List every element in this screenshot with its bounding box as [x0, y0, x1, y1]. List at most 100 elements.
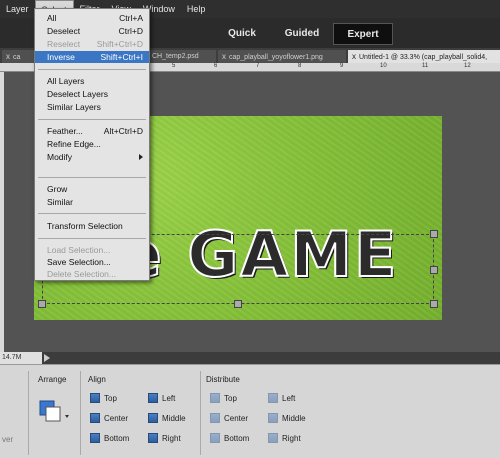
- menu-item-label: Grow: [47, 184, 68, 194]
- menu-item-grow[interactable]: Grow: [35, 183, 149, 195]
- align-middle-button[interactable]: Middle: [148, 413, 186, 423]
- tab-label: cap_playball_yoyoflower1.png: [229, 54, 323, 61]
- document-tab-active[interactable]: x Untitled-1 @ 33.3% (cap_playball_solid4…: [348, 50, 500, 63]
- distribute-center-icon: [210, 413, 220, 423]
- menu-item-label: Load Selection...: [47, 245, 111, 255]
- align-top-icon: [90, 393, 100, 403]
- ruler-tick: 6: [214, 63, 218, 69]
- distribute-top-icon: [210, 393, 220, 403]
- select-menu-dropdown: All Ctrl+A Deselect Ctrl+D Reselect Shift+C…: [34, 8, 150, 281]
- transform-handle[interactable]: [430, 230, 438, 238]
- quick-mode-button[interactable]: Quick: [212, 23, 272, 45]
- distribute-middle-button[interactable]: Middle: [268, 413, 306, 423]
- align-middle-label: Middle: [162, 413, 186, 423]
- menu-help[interactable]: Help: [181, 0, 212, 18]
- menu-item-save-selection[interactable]: Save Selection...: [35, 256, 149, 268]
- arrange-label: Arrange: [38, 375, 67, 384]
- transform-handle[interactable]: [430, 300, 438, 308]
- menu-item-similar-layers[interactable]: Similar Layers: [35, 101, 149, 113]
- menu-item-deselect-layers[interactable]: Deselect Layers: [35, 88, 149, 100]
- tab-label: CH_temp2.psd: [152, 53, 199, 60]
- menu-item-label: Feather...: [47, 126, 83, 136]
- menu-item-delete-selection: Delete Selection...: [35, 268, 149, 280]
- document-tab[interactable]: x ca: [2, 50, 38, 63]
- tab-label: ca: [13, 54, 21, 61]
- menu-separator: [38, 213, 146, 214]
- menu-item-all[interactable]: All Ctrl+A: [35, 12, 149, 24]
- guided-mode-button[interactable]: Guided: [272, 23, 332, 45]
- ruler-tick: 11: [422, 63, 429, 69]
- menu-item-label: Modify: [47, 152, 73, 162]
- align-left-label: Left: [162, 393, 176, 403]
- menu-item-modify[interactable]: Modify: [35, 151, 149, 163]
- submenu-arrow-icon: [139, 154, 143, 160]
- menu-item-label: Deselect Layers: [47, 89, 108, 99]
- menu-item-shortcut: Ctrl+D: [118, 26, 143, 36]
- menu-item-shortcut: Alt+Ctrl+D: [103, 126, 143, 136]
- distribute-right-icon: [268, 433, 278, 443]
- layer-label: ver: [2, 435, 14, 444]
- document-tab[interactable]: x cap_playball_yoyoflower1.png: [218, 50, 346, 63]
- menu-item-all-layers[interactable]: All Layers: [35, 75, 149, 87]
- menu-item-transform-selection[interactable]: Transform Selection: [35, 220, 149, 232]
- distribute-bottom-icon: [210, 433, 220, 443]
- menu-item-label: Similar: [47, 197, 73, 207]
- align-middle-icon: [148, 413, 158, 423]
- menu-layer[interactable]: Layer: [0, 0, 35, 18]
- align-bottom-label: Bottom: [104, 433, 130, 443]
- divider: [80, 371, 81, 455]
- align-center-button[interactable]: Center: [90, 413, 128, 423]
- arrange-icon[interactable]: [38, 399, 69, 423]
- document-tab[interactable]: CH_temp2.psd: [148, 50, 216, 63]
- menu-item-label: All Layers: [47, 76, 85, 86]
- menu-item-inverse[interactable]: Inverse Shift+Ctrl+I: [35, 51, 149, 63]
- menu-item-label: Delete Selection...: [47, 269, 116, 279]
- close-icon[interactable]: x: [222, 52, 226, 61]
- distribute-top-label: Top: [224, 393, 237, 403]
- align-top-button[interactable]: Top: [90, 393, 117, 403]
- menu-item-load-selection: Load Selection...: [35, 244, 149, 256]
- menu-item-label: Transform Selection: [47, 221, 123, 231]
- menu-item-deselect[interactable]: Deselect Ctrl+D: [35, 25, 149, 37]
- menu-item-label: Save Selection...: [47, 257, 111, 267]
- menu-item-label: Refine Edge...: [47, 139, 101, 149]
- menu-separator: [38, 119, 146, 120]
- menu-item-shortcut: Ctrl+A: [119, 13, 143, 23]
- ruler-tick: 9: [340, 63, 344, 69]
- menu-item-reselect: Reselect Shift+Ctrl+D: [35, 38, 149, 50]
- transform-handle[interactable]: [234, 300, 242, 308]
- distribute-right-button[interactable]: Right: [268, 433, 301, 443]
- distribute-top-button[interactable]: Top: [210, 393, 237, 403]
- close-icon[interactable]: x: [6, 52, 10, 61]
- menu-separator: [38, 238, 146, 239]
- close-icon[interactable]: x: [352, 52, 356, 61]
- align-right-icon: [148, 433, 158, 443]
- distribute-center-label: Center: [224, 413, 249, 423]
- distribute-middle-label: Middle: [282, 413, 306, 423]
- align-bottom-button[interactable]: Bottom: [90, 433, 129, 443]
- menu-item-similar[interactable]: Similar: [35, 196, 149, 208]
- transform-handle[interactable]: [38, 300, 46, 308]
- align-right-button[interactable]: Right: [148, 433, 181, 443]
- align-left-icon: [148, 393, 158, 403]
- transform-handle[interactable]: [430, 266, 438, 274]
- distribute-bottom-button[interactable]: Bottom: [210, 433, 249, 443]
- expert-mode-button[interactable]: Expert: [333, 23, 393, 45]
- ruler-tick: 10: [380, 63, 387, 69]
- menu-separator: [38, 69, 146, 70]
- distribute-left-button[interactable]: Left: [268, 393, 295, 403]
- distribute-center-button[interactable]: Center: [210, 413, 248, 423]
- align-left-button[interactable]: Left: [148, 393, 175, 403]
- align-label: Align: [88, 375, 106, 384]
- tool-options-bar: ver Arrange Align Top Center Bottom Left…: [0, 364, 500, 458]
- menu-item-refine-edge[interactable]: Refine Edge...: [35, 138, 149, 150]
- menu-item-feather[interactable]: Feather... Alt+Ctrl+D: [35, 125, 149, 137]
- distribute-middle-icon: [268, 413, 278, 423]
- status-menu-arrow-icon[interactable]: [44, 354, 50, 362]
- divider: [28, 371, 29, 455]
- menu-item-label: Reselect: [47, 39, 81, 49]
- distribute-left-label: Left: [282, 393, 296, 403]
- menu-item-shortcut: Shift+Ctrl+I: [100, 52, 143, 62]
- align-top-label: Top: [104, 393, 117, 403]
- align-center-label: Center: [104, 413, 129, 423]
